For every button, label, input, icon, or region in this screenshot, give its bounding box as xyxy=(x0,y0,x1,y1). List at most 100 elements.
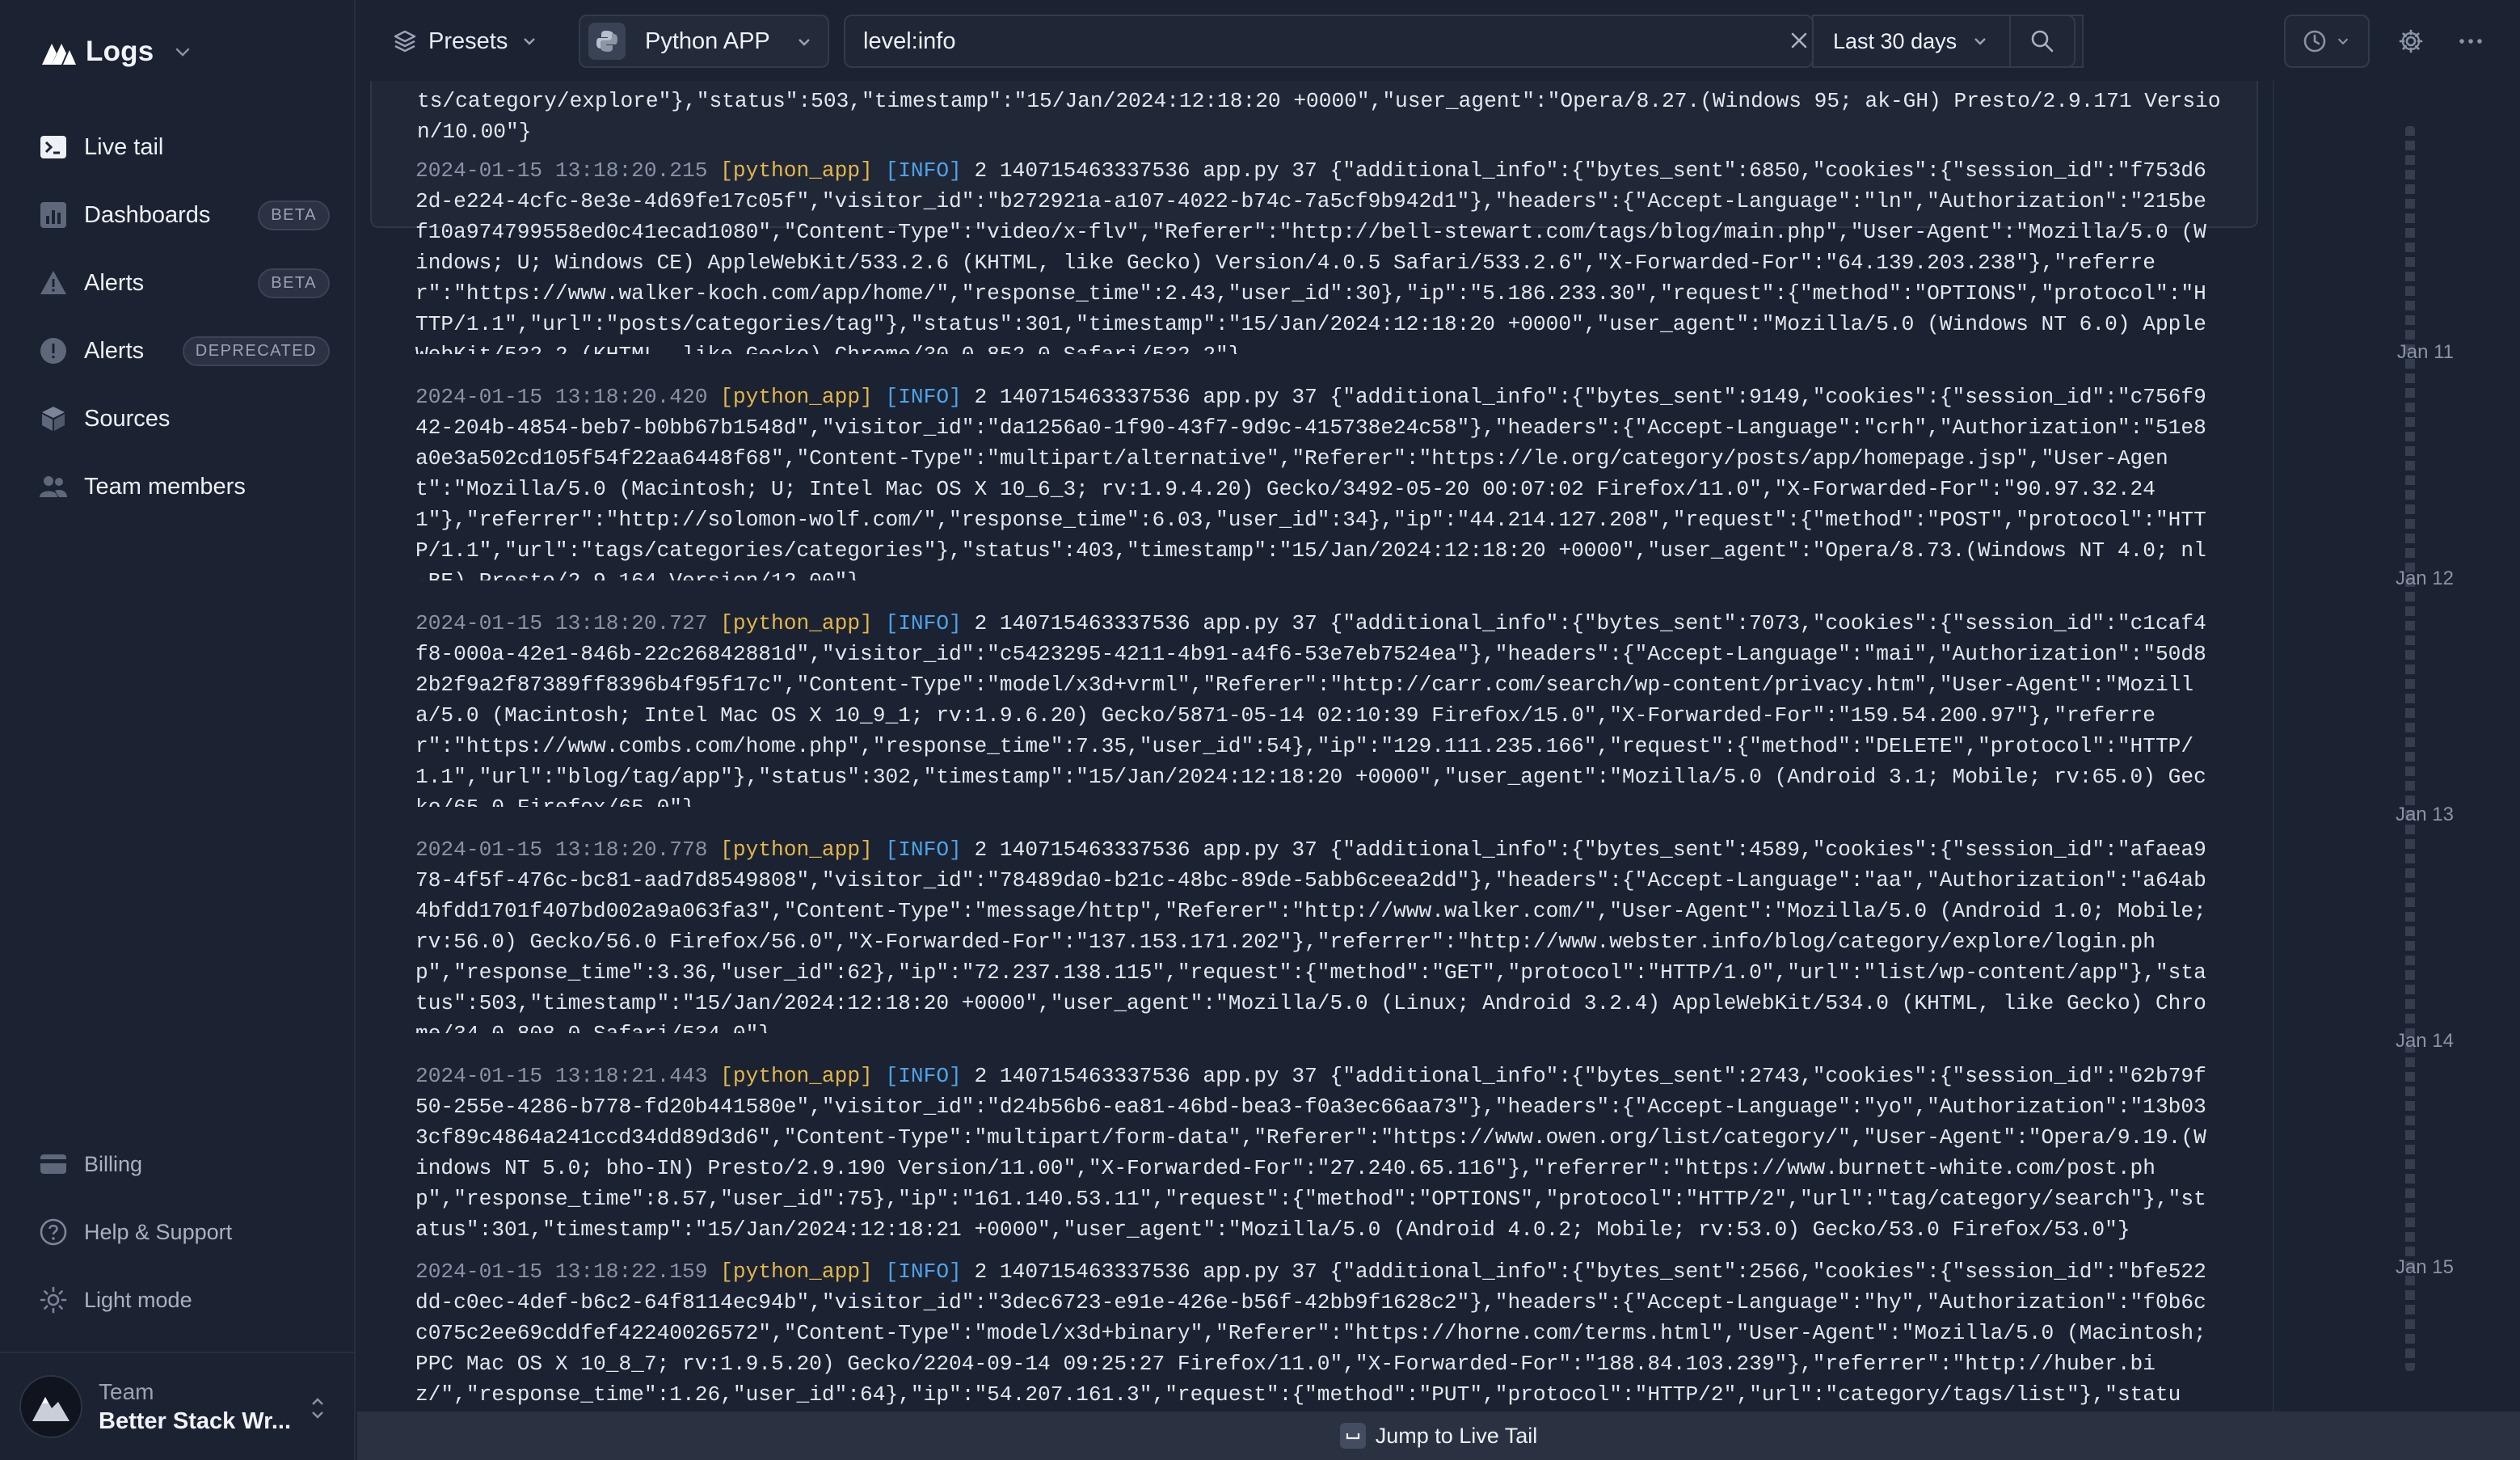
log-row[interactable]: 2024-01-15 13:18:22.159 [python_app] [IN… xyxy=(415,1256,2218,1410)
sidebar-item-light-mode[interactable]: Light mode xyxy=(39,1276,330,1324)
log-row[interactable]: 2024-01-15 13:18:20.420 [python_app] [IN… xyxy=(415,382,2218,580)
sidebar-item-label: Live tail xyxy=(84,133,164,160)
log-list: ts/category/explore"},"status":503,"time… xyxy=(357,81,2273,1411)
team-avatar xyxy=(19,1375,82,1438)
chevron-down-icon xyxy=(2337,38,2349,45)
users-icon xyxy=(39,472,68,501)
log-app-tag: [python_app] xyxy=(720,838,873,862)
log-space xyxy=(873,611,886,635)
log-row[interactable]: 2024-01-15 13:18:20.727 [python_app] [IN… xyxy=(415,608,2218,807)
log-space xyxy=(707,158,720,183)
jump-to-live-tail-button[interactable]: Jump to Live Tail xyxy=(357,1411,2520,1460)
jump-to-live-tail-label: Jump to Live Tail xyxy=(1375,1423,1538,1448)
log-space xyxy=(707,385,720,409)
deprecated-badge: DEPRECATED xyxy=(182,335,330,366)
more-options-button[interactable] xyxy=(2452,23,2489,60)
query-search-field xyxy=(844,15,1814,68)
log-app-tag: [python_app] xyxy=(720,611,873,635)
time-settings-button[interactable] xyxy=(2284,15,2370,68)
chevron-down-icon xyxy=(1974,38,1986,45)
keyboard-shortcut-icon xyxy=(1339,1423,1366,1449)
search-button[interactable] xyxy=(2009,15,2075,68)
credit-card-icon xyxy=(39,1150,68,1179)
beta-badge: BETA xyxy=(258,268,330,298)
log-app-tag: [python_app] xyxy=(720,385,873,409)
log-level-tag: [INFO] xyxy=(885,158,962,183)
log-timestamp: 2024-01-15 13:18:22.159 xyxy=(415,1260,708,1284)
sidebar-item-label: Help & Support xyxy=(84,1219,233,1244)
sidebar-item-label: Dashboards xyxy=(84,201,211,228)
log-row[interactable]: 2024-01-15 13:18:20.778 [python_app] [IN… xyxy=(415,834,2218,1033)
log-timestamp: 2024-01-15 13:18:20.420 xyxy=(415,385,708,409)
source-select[interactable]: Python APP xyxy=(579,15,829,68)
app-name: Logs xyxy=(86,36,154,67)
team-label: Team xyxy=(99,1378,154,1404)
timeline-date: Jan 15 xyxy=(2395,1256,2454,1278)
alert-circle-icon xyxy=(39,336,68,365)
log-timestamp: 2024-01-15 13:18:20.727 xyxy=(415,611,708,635)
log-timestamp: 2024-01-15 13:18:20.778 xyxy=(415,838,708,862)
time-range-label: Last 30 days xyxy=(1833,28,1957,53)
log-message: 2 140715463337536 app.py 37 {"additional… xyxy=(415,838,2206,1033)
clock-icon xyxy=(2303,30,2326,53)
log-space xyxy=(707,838,720,862)
better-stack-logo-icon xyxy=(42,44,76,65)
log-timestamp: 2024-01-15 13:18:21.443 xyxy=(415,1064,708,1088)
sidebar-item-sources[interactable]: Sources xyxy=(39,395,330,443)
chevron-down-icon xyxy=(524,38,536,45)
log-space xyxy=(873,1064,886,1088)
sidebar-item-dashboards[interactable]: Dashboards BETA xyxy=(39,191,330,239)
sidebar-item-label: Team members xyxy=(84,473,246,500)
sidebar-item-label: Light mode xyxy=(84,1287,192,1312)
log-level-tag: [INFO] xyxy=(885,1064,962,1088)
search-icon xyxy=(2031,30,2054,53)
sidebar-item-alerts-deprecated[interactable]: Alerts DEPRECATED xyxy=(39,327,330,375)
log-level-tag: [INFO] xyxy=(885,611,962,635)
python-icon xyxy=(588,23,626,60)
team-name: Better Stack Wr... xyxy=(99,1407,292,1434)
app-switcher[interactable]: Logs xyxy=(40,32,192,71)
log-app-tag: [python_app] xyxy=(720,1064,873,1088)
log-space xyxy=(873,838,886,862)
log-message: ts/category/explore"},"status":503,"time… xyxy=(417,89,2221,144)
log-timestamp: 2024-01-15 13:18:20.215 xyxy=(415,158,708,183)
log-space xyxy=(873,1260,886,1284)
log-message: 2 140715463337536 app.py 37 {"additional… xyxy=(415,611,2206,807)
source-label: Python APP xyxy=(645,27,770,54)
log-row[interactable]: 2024-01-15 13:18:20.215 [python_app] [IN… xyxy=(415,155,2218,354)
sidebar-item-team-members[interactable]: Team members xyxy=(39,462,330,511)
sidebar-item-label: Billing xyxy=(84,1151,143,1176)
timeline-track[interactable] xyxy=(2405,126,2415,1371)
presets-button[interactable]: Presets xyxy=(393,16,538,66)
sidebar-item-alerts[interactable]: Alerts BETA xyxy=(39,259,330,307)
layers-icon xyxy=(394,30,416,53)
team-switcher[interactable]: Team Better Stack Wr... xyxy=(0,1352,356,1460)
timeline-date: Jan 13 xyxy=(2395,804,2454,825)
presets-label: Presets xyxy=(428,27,508,54)
help-circle-icon xyxy=(39,1217,68,1247)
timeline-date: Jan 12 xyxy=(2395,568,2454,589)
log-level-tag: [INFO] xyxy=(885,385,962,409)
log-app-tag: [python_app] xyxy=(720,158,873,183)
chevron-up-down-icon xyxy=(312,1398,323,1419)
log-space xyxy=(707,1064,720,1088)
log-message: 2 140715463337536 app.py 37 {"additional… xyxy=(415,385,2206,580)
toolbar: Presets Python APP Last 30 days xyxy=(357,0,2520,81)
timeline-scrubber[interactable]: Jan 11 Jan 12 Jan 13 Jan 14 Jan 15 xyxy=(2273,81,2520,1411)
timeline-date: Jan 11 xyxy=(2396,341,2454,363)
warning-icon xyxy=(39,268,68,297)
settings-button[interactable] xyxy=(2392,23,2429,60)
log-space xyxy=(873,158,886,183)
chevron-down-icon xyxy=(799,39,810,46)
sidebar-item-billing[interactable]: Billing xyxy=(39,1140,330,1188)
log-level-tag: [INFO] xyxy=(885,1260,962,1284)
log-row[interactable]: 2024-01-15 13:18:21.443 [python_app] [IN… xyxy=(415,1061,2218,1243)
sun-icon xyxy=(39,1285,68,1314)
sidebar-item-help-support[interactable]: Help & Support xyxy=(39,1208,330,1256)
query-input[interactable] xyxy=(863,27,1812,55)
sidebar-item-live-tail[interactable]: Live tail xyxy=(39,123,330,171)
sidebar-item-label: Alerts xyxy=(84,269,145,296)
log-message: 2 140715463337536 app.py 37 {"additional… xyxy=(415,158,2206,354)
clear-query-icon[interactable] xyxy=(1789,31,1809,50)
beta-badge: BETA xyxy=(258,200,330,230)
